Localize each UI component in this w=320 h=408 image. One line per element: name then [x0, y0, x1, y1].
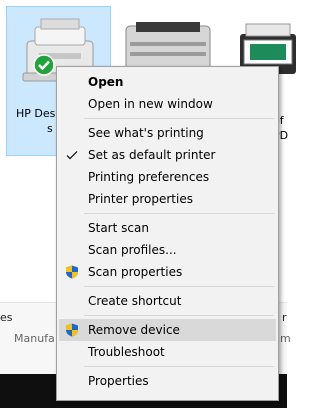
menu-item-label: Printer properties	[88, 192, 193, 206]
menu-item-label: Remove device	[88, 323, 180, 337]
context-menu: Open Open in new window See what's print…	[56, 66, 279, 401]
uac-shield-icon	[66, 265, 78, 279]
device-name-line1: HP Des	[16, 107, 56, 120]
menu-separator	[84, 286, 274, 287]
menu-separator	[84, 366, 274, 367]
menu-item-label: Scan properties	[88, 265, 183, 279]
checkmark-icon	[66, 151, 78, 160]
details-text: es	[0, 311, 13, 324]
menu-item-troubleshoot[interactable]: Troubleshoot	[59, 341, 276, 363]
menu-separator	[84, 118, 274, 119]
menu-item-label: Open in new window	[88, 97, 213, 111]
device-name-line2: s	[47, 122, 53, 135]
uac-shield-icon	[66, 323, 78, 337]
menu-item-set-default[interactable]: Set as default printer	[59, 144, 276, 166]
details-text-right: r	[282, 311, 287, 324]
menu-item-scan-properties[interactable]: Scan properties	[59, 261, 276, 283]
menu-item-printer-properties[interactable]: Printer properties	[59, 188, 276, 210]
menu-item-create-shortcut[interactable]: Create shortcut	[59, 290, 276, 312]
menu-separator	[84, 315, 274, 316]
default-check-icon	[33, 54, 55, 76]
menu-item-label: Troubleshoot	[88, 345, 165, 359]
menu-item-label: Start scan	[88, 221, 149, 235]
menu-item-start-scan[interactable]: Start scan	[59, 217, 276, 239]
menu-item-label: Create shortcut	[88, 294, 182, 308]
manufacturer-label: Manufa	[14, 332, 55, 345]
menu-item-label: Open	[88, 75, 124, 89]
menu-item-open-new-window[interactable]: Open in new window	[59, 93, 276, 115]
details-text-right-2: m	[280, 332, 291, 345]
menu-item-scan-profiles[interactable]: Scan profiles...	[59, 239, 276, 261]
menu-item-label: Printing preferences	[88, 170, 210, 184]
menu-item-properties[interactable]: Properties	[59, 370, 276, 392]
menu-item-label: Set as default printer	[88, 148, 216, 162]
menu-separator	[84, 213, 274, 214]
menu-item-remove-device[interactable]: Remove device	[59, 319, 276, 341]
menu-item-open[interactable]: Open	[59, 71, 276, 93]
menu-item-printing-preferences[interactable]: Printing preferences	[59, 166, 276, 188]
menu-item-see-printing[interactable]: See what's printing	[59, 122, 276, 144]
menu-item-label: See what's printing	[88, 126, 204, 140]
menu-item-label: Scan profiles...	[88, 243, 177, 257]
menu-item-label: Properties	[88, 374, 149, 388]
